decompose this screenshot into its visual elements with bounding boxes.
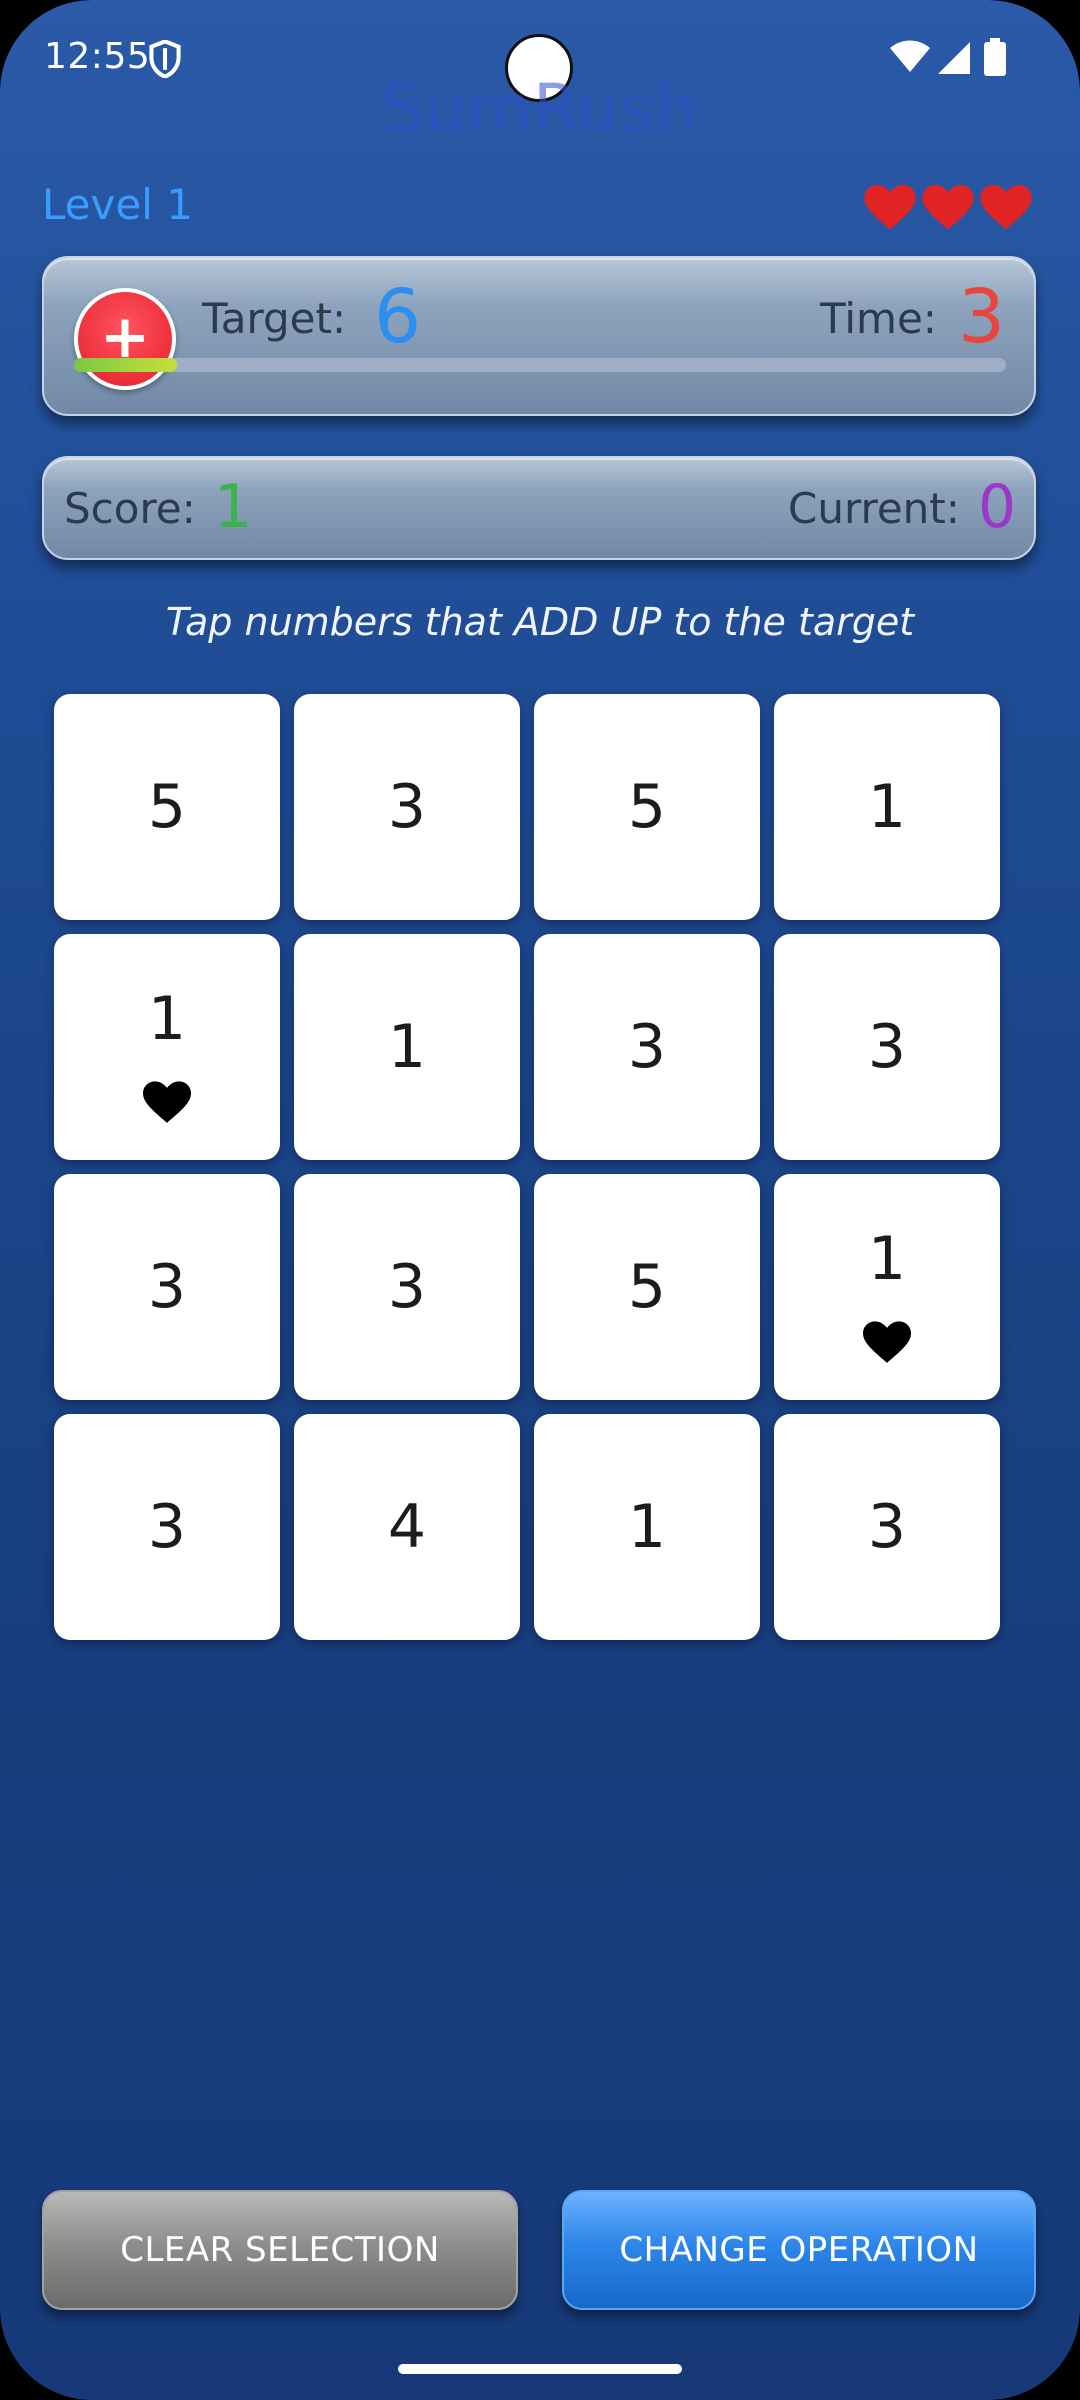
change-operation-button[interactable]: CHANGE OPERATION [562,2190,1036,2310]
instruction-text: Tap numbers that ADD UP to the target [165,600,915,644]
bonus-heart-icon [143,1081,191,1123]
heart-icon [864,185,916,230]
tile-number: 3 [387,772,427,842]
target-label: Target: [202,294,347,343]
tile-number: 3 [147,1252,187,1322]
tile-number: 1 [387,1012,427,1082]
home-indicator[interactable] [398,2364,682,2374]
number-tile[interactable]: 3 [774,1414,1000,1640]
time-value: 3 [958,274,1006,360]
level-label: Level 1 [42,180,193,229]
tile-number: 1 [147,984,187,1054]
number-tile[interactable]: 1 [534,1414,760,1640]
number-tile[interactable]: 5 [534,1174,760,1400]
lives-hearts [862,180,1034,232]
score-panel: Score: 1 Current: 0 [42,456,1036,560]
tile-number: 3 [147,1492,187,1562]
number-tile[interactable]: 4 [294,1414,520,1640]
timer-progress-track [74,358,1006,372]
tile-number: 5 [627,1252,667,1322]
tile-number: 1 [867,1224,907,1294]
tile-number: 3 [867,1012,907,1082]
number-tile[interactable]: 1 [774,694,1000,920]
wifi-icon [890,40,930,72]
number-grid: 5 3 5 1 1 1 3 3 3 3 5 1 3 4 1 3 [54,694,1004,1642]
number-tile[interactable]: 3 [774,934,1000,1160]
tile-number: 3 [867,1492,907,1562]
tile-number: 4 [387,1492,427,1562]
bonus-heart-icon [863,1321,911,1363]
target-panel: + Target: 6 Time: 3 [42,256,1036,416]
number-tile[interactable]: 1 [774,1174,1000,1400]
heart-icon [980,185,1032,230]
clear-selection-button[interactable]: CLEAR SELECTION [42,2190,518,2310]
number-tile[interactable]: 5 [534,694,760,920]
target-value: 6 [374,274,422,360]
tile-number: 3 [387,1252,427,1322]
tile-number: 1 [867,772,907,842]
app-title: SumRush [382,70,698,147]
number-tile[interactable]: 1 [54,934,280,1160]
number-tile[interactable]: 3 [54,1174,280,1400]
score-label: Score: [64,484,196,533]
number-tile[interactable]: 1 [294,934,520,1160]
number-tile[interactable]: 3 [294,1174,520,1400]
tile-number: 5 [147,772,187,842]
timer-progress-fill [74,358,177,372]
number-tile[interactable]: 3 [294,694,520,920]
number-tile[interactable]: 5 [54,694,280,920]
number-tile[interactable]: 3 [54,1414,280,1640]
time-label: Time: [820,294,937,343]
current-value: 0 [978,472,1017,542]
current-label: Current: [788,484,960,533]
number-tile[interactable]: 3 [534,934,760,1160]
tile-number: 5 [627,772,667,842]
phone-screen: 12:55 SumRush Level 1 + Target: 6 Time: … [0,0,1080,2400]
score-value: 1 [214,472,253,542]
tile-number: 3 [627,1012,667,1082]
tile-number: 1 [627,1492,667,1562]
operation-button[interactable]: + [74,288,176,390]
heart-icon [922,185,974,230]
